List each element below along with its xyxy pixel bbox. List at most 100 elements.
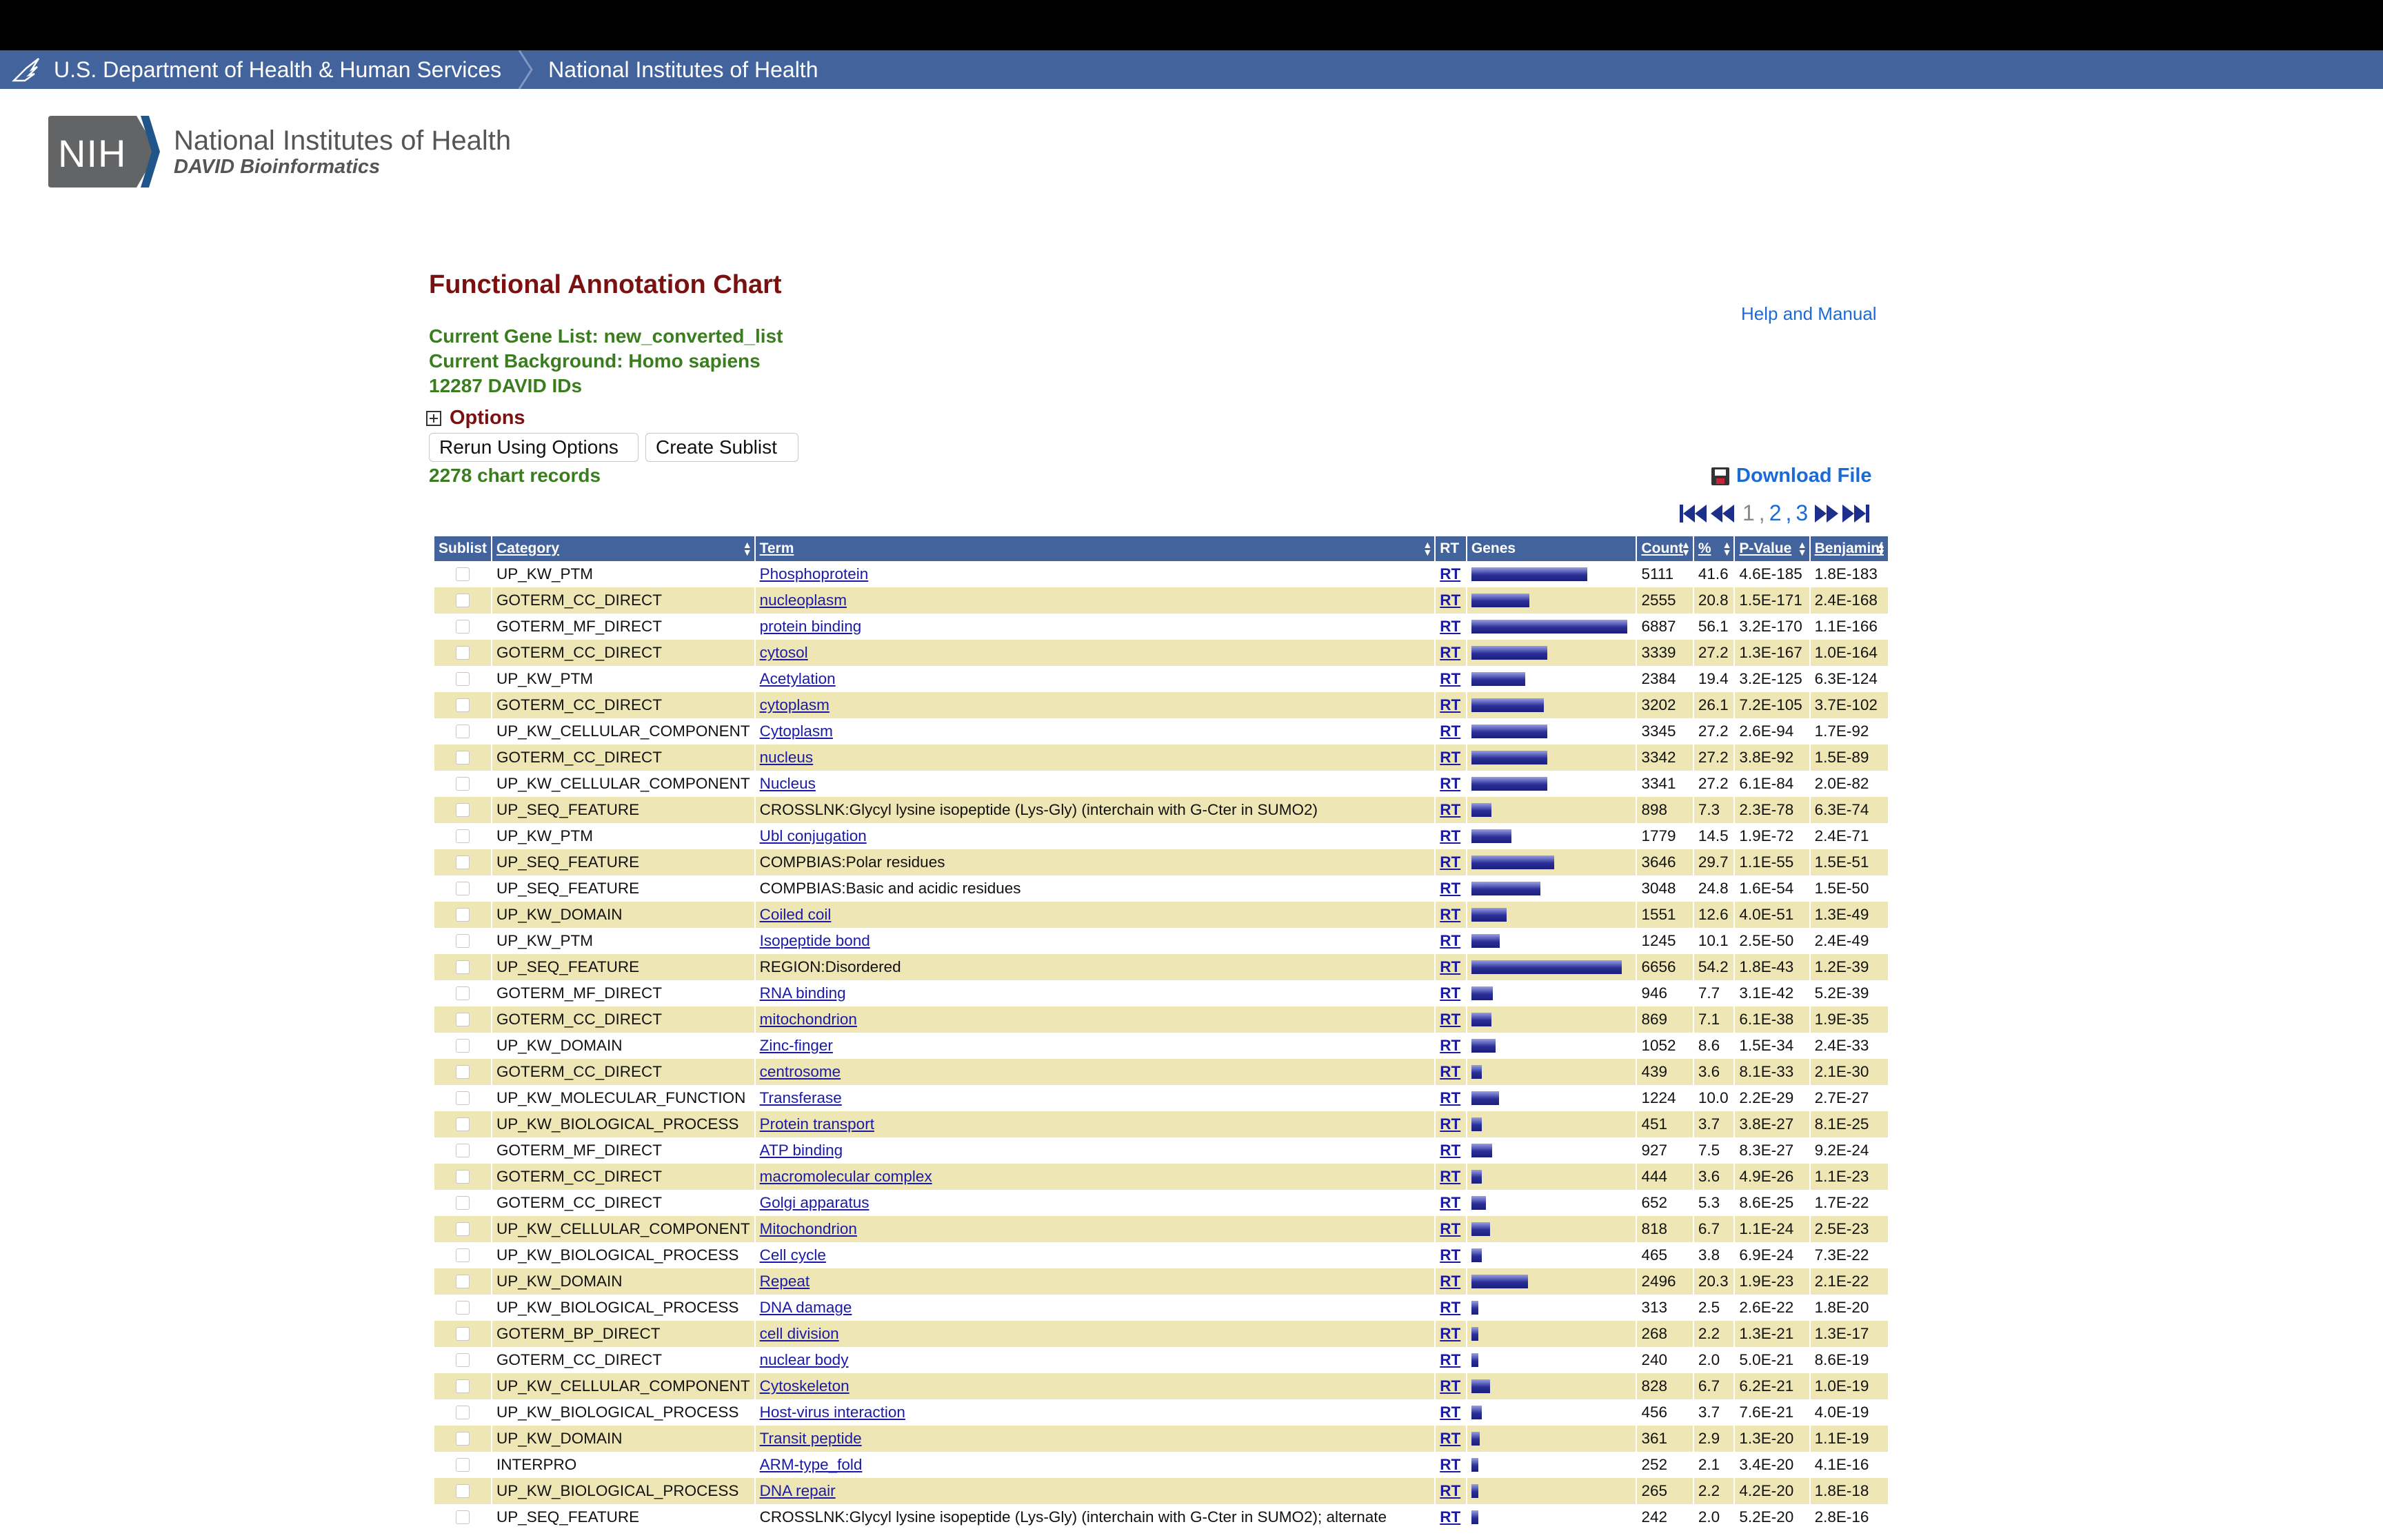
sort-count-link[interactable]: Count [1641, 540, 1683, 556]
col-benjamini[interactable]: Benjamini ▲ ▼ [1809, 536, 1890, 561]
genes-bar[interactable] [1471, 1196, 1486, 1210]
sublist-checkbox[interactable] [456, 1248, 470, 1262]
rt-link[interactable]: RT [1440, 618, 1460, 635]
genes-cell[interactable] [1466, 614, 1638, 640]
genes-cell[interactable] [1466, 1242, 1638, 1268]
rt-link[interactable]: RT [1440, 1037, 1460, 1054]
col-pvalue[interactable]: P-Value ▲ ▼ [1734, 536, 1811, 561]
term-link[interactable]: nucleoplasm [760, 591, 847, 609]
sublist-checkbox[interactable] [456, 1065, 470, 1079]
rt-link[interactable]: RT [1440, 1115, 1460, 1133]
term-link[interactable]: cytoplasm [760, 696, 829, 713]
sort-percent-link[interactable]: % [1698, 540, 1711, 556]
genes-bar[interactable] [1471, 698, 1544, 712]
rt-link[interactable]: RT [1440, 1430, 1460, 1447]
genes-cell[interactable] [1466, 1085, 1638, 1111]
genes-cell[interactable] [1466, 1268, 1638, 1295]
term-link[interactable]: Cytoskeleton [760, 1377, 849, 1395]
rt-link[interactable]: RT [1440, 644, 1460, 661]
rt-link[interactable]: RT [1440, 565, 1460, 582]
options-toggle[interactable]: Options [426, 407, 525, 429]
sublist-checkbox[interactable] [456, 1406, 470, 1419]
genes-bar[interactable] [1471, 803, 1491, 817]
rt-link[interactable]: RT [1440, 1325, 1460, 1342]
rt-link[interactable]: RT [1440, 1404, 1460, 1421]
genes-bar[interactable] [1471, 1248, 1482, 1262]
rt-link[interactable]: RT [1440, 1063, 1460, 1080]
genes-cell[interactable] [1466, 1452, 1638, 1478]
rt-link[interactable]: RT [1440, 853, 1460, 871]
genes-cell[interactable] [1466, 640, 1638, 666]
sublist-checkbox[interactable] [456, 803, 470, 817]
col-category[interactable]: Category ▲ ▼ [492, 536, 756, 561]
sublist-checkbox[interactable] [456, 751, 470, 764]
rt-link[interactable]: RT [1440, 1220, 1460, 1237]
rt-link[interactable]: RT [1440, 1273, 1460, 1290]
rt-link[interactable]: RT [1440, 1089, 1460, 1106]
genes-cell[interactable] [1466, 797, 1638, 823]
genes-cell[interactable] [1466, 666, 1638, 692]
sublist-checkbox[interactable] [456, 1091, 470, 1105]
genes-cell[interactable] [1466, 1399, 1638, 1426]
genes-bar[interactable] [1471, 882, 1540, 895]
genes-bar[interactable] [1471, 1379, 1490, 1393]
term-link[interactable]: ARM-type_fold [760, 1456, 863, 1473]
genes-bar[interactable] [1471, 1117, 1482, 1131]
nih-logo[interactable]: NIH National Institutes of Health DAVID … [48, 116, 511, 188]
rt-link[interactable]: RT [1440, 696, 1460, 713]
genes-bar[interactable] [1471, 751, 1547, 764]
term-link[interactable]: protein binding [760, 618, 862, 635]
term-link[interactable]: Acetylation [760, 670, 836, 687]
genes-bar[interactable] [1471, 908, 1507, 922]
rt-link[interactable]: RT [1440, 1194, 1460, 1211]
sort-term-link[interactable]: Term [760, 540, 794, 556]
rt-link[interactable]: RT [1440, 1299, 1460, 1316]
sublist-checkbox[interactable] [456, 567, 470, 581]
sublist-checkbox[interactable] [456, 1275, 470, 1288]
term-link[interactable]: Zinc-finger [760, 1037, 833, 1054]
genes-bar[interactable] [1471, 646, 1547, 660]
genes-cell[interactable] [1466, 1033, 1638, 1059]
sublist-checkbox[interactable] [456, 986, 470, 1000]
term-link[interactable]: Repeat [760, 1273, 810, 1290]
genes-cell[interactable] [1466, 1426, 1638, 1452]
sublist-checkbox[interactable] [456, 594, 470, 607]
genes-cell[interactable] [1466, 1295, 1638, 1321]
sublist-checkbox[interactable] [456, 1222, 470, 1236]
rt-link[interactable]: RT [1440, 775, 1460, 792]
col-percent[interactable]: % ▲ ▼ [1693, 536, 1736, 561]
rt-link[interactable]: RT [1440, 880, 1460, 897]
rt-link[interactable]: RT [1440, 932, 1460, 949]
genes-cell[interactable] [1466, 587, 1638, 614]
sublist-checkbox[interactable] [456, 725, 470, 738]
genes-bar[interactable] [1471, 1406, 1482, 1419]
term-link[interactable]: DNA repair [760, 1482, 836, 1499]
rt-link[interactable]: RT [1440, 591, 1460, 609]
term-link[interactable]: Coiled coil [760, 906, 832, 923]
genes-bar[interactable] [1471, 620, 1627, 634]
genes-cell[interactable] [1466, 1216, 1638, 1242]
sort-benjamini-link[interactable]: Benjamini [1815, 540, 1884, 556]
genes-bar[interactable] [1471, 1091, 1499, 1105]
term-link[interactable]: Cytoplasm [760, 722, 833, 740]
genes-bar[interactable] [1471, 986, 1493, 1000]
genes-cell[interactable] [1466, 692, 1638, 718]
sublist-checkbox[interactable] [456, 1039, 470, 1053]
term-link[interactable]: Protein transport [760, 1115, 874, 1133]
sublist-checkbox[interactable] [456, 620, 470, 634]
term-link[interactable]: RNA binding [760, 984, 846, 1002]
sort-category-link[interactable]: Category [496, 540, 559, 556]
genes-cell[interactable] [1466, 1164, 1638, 1190]
genes-cell[interactable] [1466, 1321, 1638, 1347]
sublist-checkbox[interactable] [456, 1301, 470, 1315]
next-page-icon[interactable] [1815, 504, 1839, 523]
term-link[interactable]: Cell cycle [760, 1246, 826, 1264]
sublist-checkbox[interactable] [456, 698, 470, 712]
sublist-checkbox[interactable] [456, 1353, 470, 1367]
rt-link[interactable]: RT [1440, 906, 1460, 923]
genes-bar[interactable] [1471, 1013, 1491, 1026]
sublist-checkbox[interactable] [456, 1196, 470, 1210]
sublist-checkbox[interactable] [456, 672, 470, 686]
genes-bar[interactable] [1471, 777, 1547, 791]
genes-cell[interactable] [1466, 1059, 1638, 1085]
